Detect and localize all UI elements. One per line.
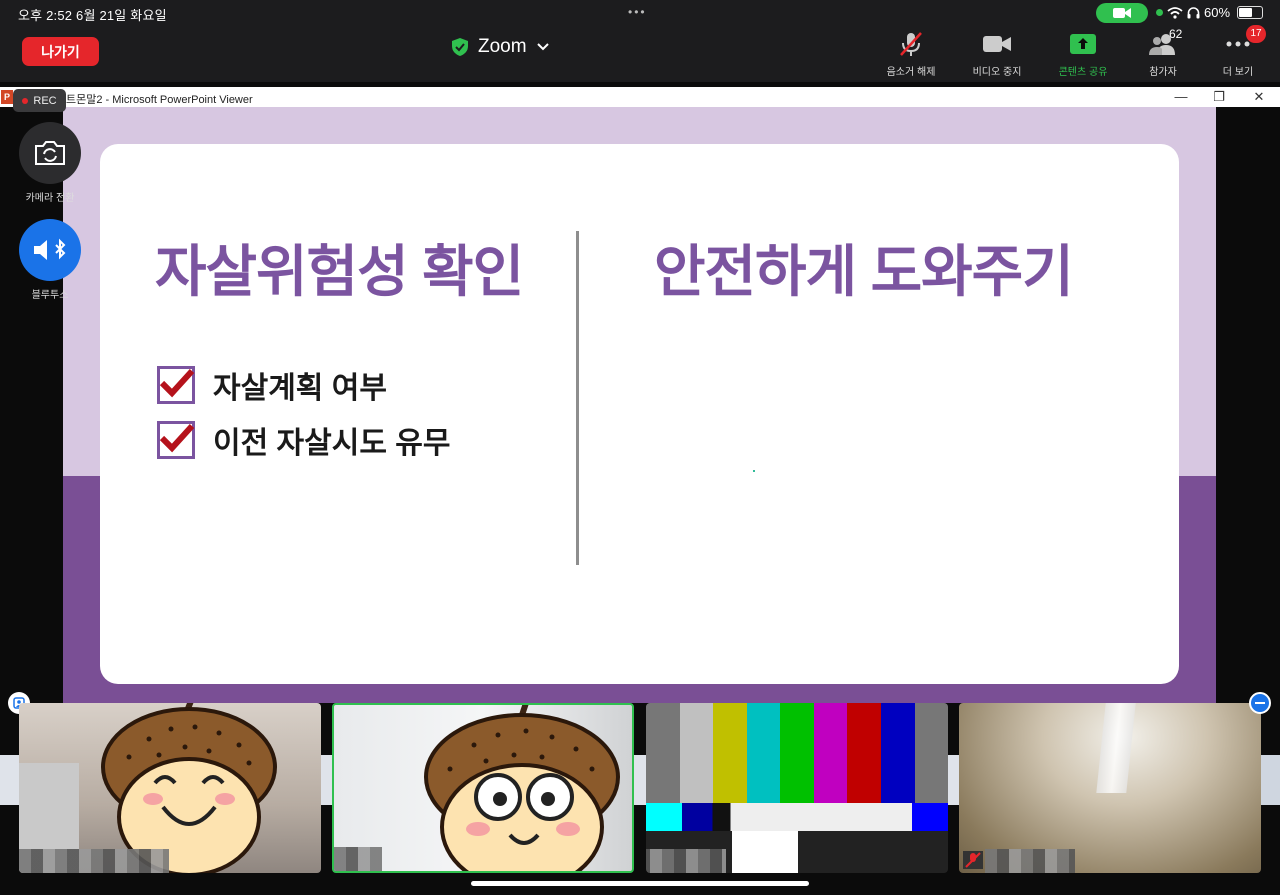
rec-label: REC — [33, 94, 57, 107]
unmute-button[interactable]: 음소거 해제 — [871, 31, 951, 78]
participants-count: 62 — [1169, 27, 1183, 41]
stop-video-label: 비디오 중지 — [972, 67, 1022, 78]
slide-divider — [576, 231, 579, 565]
multitask-dots[interactable]: ••• — [628, 5, 647, 19]
chevron-down-icon — [536, 43, 549, 51]
wifi-icon — [1167, 6, 1183, 19]
camera-in-use-indicator — [1096, 3, 1148, 23]
stop-video-button[interactable]: 비디오 중지 — [957, 31, 1037, 78]
zoom-toolbar: 나가기 Zoom 음소거 해제 비디오 중지 콘텐츠 공유 62 참가자 17 — [0, 25, 1280, 82]
status-time-date: 오후 2:52 6월 21일 화요일 — [18, 8, 167, 23]
checklist-text: 자살계획 여부 — [213, 372, 387, 405]
headphones-icon — [1187, 6, 1200, 18]
battery-percent: 60% — [1204, 5, 1231, 20]
recording-indicator: REC — [13, 89, 66, 112]
video-tile-active-speaker[interactable] — [332, 703, 634, 873]
acorn-avatar-surprised — [424, 705, 620, 871]
status-bar: 오후 2:52 6월 21일 화요일 ••• 60% — [0, 0, 1280, 26]
share-content-button[interactable]: 콘텐츠 공유 — [1043, 31, 1123, 78]
ppt-titlebar: P 트몬말2 - Microsoft PowerPoint Viewer — ❐… — [0, 87, 1280, 107]
meeting-title[interactable]: Zoom — [452, 36, 549, 58]
video-tile-color-bars[interactable] — [646, 703, 948, 873]
slide-card — [100, 144, 1179, 684]
close-icon: ✕ — [1253, 89, 1265, 104]
notification-badge: 17 — [1246, 25, 1266, 43]
status-indicators: 60% — [1156, 5, 1264, 20]
restore-icon: ❐ — [1213, 89, 1225, 104]
more-button[interactable]: 17 더 보기 — [1198, 25, 1278, 78]
battery-icon — [1237, 6, 1264, 19]
ceiling-light — [1096, 703, 1136, 793]
camera-switch-label: 카메라 전환 — [25, 193, 75, 204]
powerpoint-icon: P — [1, 90, 13, 104]
unmute-label: 음소거 해제 — [886, 67, 936, 78]
share-upload-icon — [1070, 34, 1096, 54]
more-label: 더 보기 — [1222, 67, 1254, 78]
participants-button[interactable]: 62 참가자 — [1123, 27, 1203, 78]
acorn-avatar-smiling — [101, 703, 277, 873]
mic-active-dot-icon — [1156, 9, 1163, 16]
bluetooth-audio-button[interactable] — [19, 219, 81, 281]
meeting-title-text: Zoom — [478, 36, 527, 57]
cursor-dot — [753, 470, 755, 472]
shared-desktop-edge — [1260, 755, 1280, 805]
checklist-text: 이전 자살시도 유무 — [213, 427, 451, 460]
participant-name-blurred — [19, 849, 169, 873]
leave-button[interactable]: 나가기 — [22, 37, 99, 66]
bluetooth-label: 블루투스 — [31, 290, 69, 301]
participant-name-blurred — [334, 847, 382, 871]
video-camera-icon — [983, 36, 1011, 52]
participant-name-blurred — [985, 849, 1075, 873]
ppt-window-title: 트몬말2 - Microsoft PowerPoint Viewer — [66, 94, 253, 106]
checkbox-checked-icon — [157, 366, 195, 404]
minimize-icon: — — [1174, 89, 1188, 104]
camera-switch-button[interactable] — [19, 122, 81, 184]
shield-check-icon — [452, 38, 468, 56]
video-tile[interactable] — [959, 703, 1261, 873]
record-dot-icon — [22, 97, 29, 104]
checklist-item: 이전 자살시도 유무 — [157, 418, 450, 462]
home-indicator[interactable] — [471, 881, 809, 886]
shared-slide: 자살위험성 확인 안전하게 도와주기 자살계획 여부 이전 자살시도 유무 — [63, 107, 1216, 703]
mic-muted-icon — [963, 851, 983, 869]
minimize-videos-icon[interactable] — [1249, 692, 1271, 714]
participants-label: 참가자 — [1149, 67, 1177, 78]
battery-fill — [1239, 8, 1253, 17]
participant-name-blurred — [646, 849, 726, 873]
color-bars-pattern — [646, 703, 948, 803]
slide-right-heading: 안전하게 도와주기 — [654, 240, 1074, 303]
mic-muted-icon — [900, 32, 922, 56]
camera-switch-icon — [35, 141, 65, 165]
more-dots-icon — [1226, 41, 1250, 47]
video-camera-icon — [1113, 8, 1131, 18]
share-content-label: 콘텐츠 공유 — [1058, 67, 1108, 78]
slide-left-heading: 자살위험성 확인 — [155, 240, 524, 303]
video-tile[interactable] — [19, 703, 321, 873]
checklist-item: 자살계획 여부 — [157, 363, 387, 407]
speaker-bluetooth-icon — [34, 238, 66, 260]
checkbox-checked-icon — [157, 421, 195, 459]
